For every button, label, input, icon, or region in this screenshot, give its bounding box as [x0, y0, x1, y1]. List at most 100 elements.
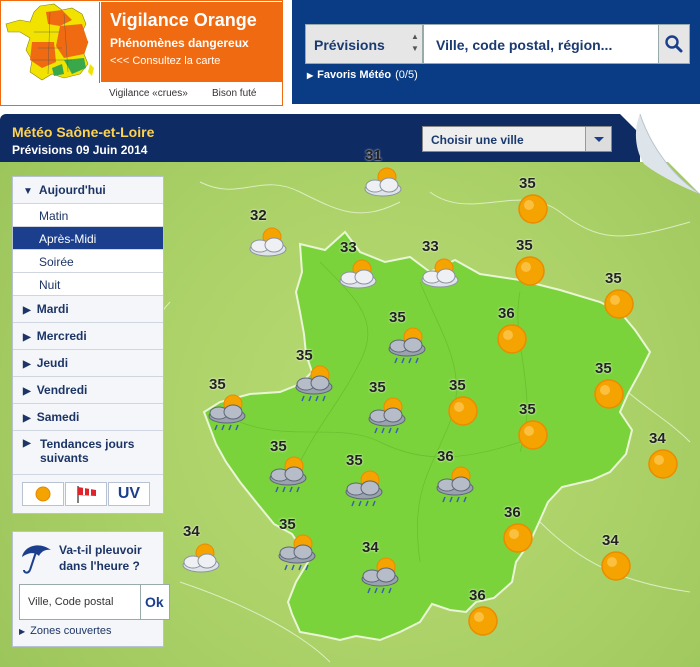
- period-matin[interactable]: Matin: [13, 204, 163, 227]
- forecast-marker[interactable]: 34: [598, 532, 644, 592]
- sun-rain-icon: [368, 397, 406, 434]
- sun-icon: [497, 324, 527, 354]
- forecast-marker[interactable]: 35: [205, 376, 251, 436]
- sun-cloud-icon: [182, 543, 220, 573]
- search-button[interactable]: [658, 24, 690, 64]
- temperature-label: 34: [649, 430, 666, 447]
- cloud-icon: [364, 177, 402, 197]
- favorites-count: (0/5): [395, 69, 418, 81]
- temperature-label: 35: [605, 270, 622, 287]
- day-today-label: Aujourd'hui: [38, 183, 106, 197]
- sun-icon: [601, 551, 631, 581]
- temperature-label: 35: [389, 309, 406, 326]
- day-today[interactable]: ▼ Aujourd'hui: [13, 177, 163, 204]
- sun-rain-icon: [295, 365, 333, 402]
- rain-location-input[interactable]: Ville, Code postal: [19, 584, 141, 620]
- forecast-marker[interactable]: 34: [645, 430, 691, 490]
- forecast-marker[interactable]: 34: [358, 539, 404, 599]
- vigilance-links: Vigilance «crues» Bison futé: [101, 83, 282, 105]
- period-apres-midi[interactable]: Après-Midi: [13, 227, 163, 250]
- bison-fute-link[interactable]: Bison futé: [212, 88, 256, 99]
- vigilance-orange-panel[interactable]: Vigilance Orange Phénomènes dangereux <<…: [101, 2, 282, 82]
- sun-icon: [503, 523, 533, 553]
- day-vendredi-label: Vendredi: [36, 383, 88, 397]
- page-title: Météo Saône-et-Loire: [12, 124, 155, 140]
- caret-down-icon: ▼: [23, 186, 33, 197]
- favorites-link[interactable]: ▶ Favoris Météo (0/5): [307, 69, 418, 81]
- period-nuit[interactable]: Nuit: [13, 273, 163, 296]
- day-mardi[interactable]: ▶ Mardi: [13, 296, 163, 323]
- map-layer-buttons: UV: [13, 475, 163, 513]
- vigilance-map-link[interactable]: <<< Consultez la carte: [110, 55, 220, 67]
- temperature-label: 33: [340, 239, 357, 256]
- search-category-select[interactable]: Prévisions ▲ ▼: [305, 24, 423, 64]
- forecast-marker[interactable]: 35: [445, 377, 491, 437]
- city-select-label: Choisir une ville: [431, 133, 524, 147]
- rain-question: Va-t-il pleuvoir dans l'heure ?: [59, 543, 142, 573]
- sun-icon: [604, 289, 634, 319]
- day-vendredi[interactable]: ▶ Vendredi: [13, 377, 163, 404]
- search-icon: [665, 35, 683, 53]
- temperature-label: 31: [365, 147, 382, 164]
- temperature-label: 35: [449, 377, 466, 394]
- day-mercredi[interactable]: ▶ Mercredi: [13, 323, 163, 350]
- forecast-marker[interactable]: 35: [266, 438, 312, 498]
- forecast-marker[interactable]: 35: [385, 309, 431, 369]
- sun-icon: [594, 379, 624, 409]
- forecast-marker[interactable]: 35: [591, 360, 637, 420]
- france-vigilance-map[interactable]: [2, 2, 100, 83]
- vigilance-banner[interactable]: Vigilance Orange Phénomènes dangereux <<…: [0, 0, 283, 106]
- forecast-marker[interactable]: 35: [275, 516, 321, 576]
- sun-rain-icon: [345, 470, 383, 507]
- forecast-marker[interactable]: 35: [342, 452, 388, 512]
- cloud-icon: [182, 553, 220, 573]
- caret-right-icon: ▶: [23, 386, 31, 397]
- search-category-label: Prévisions: [314, 37, 385, 53]
- cloud-icon: [421, 268, 459, 288]
- map-header: Météo Saône-et-Loire Prévisions 09 Juin …: [0, 114, 640, 162]
- forecast-marker[interactable]: 35: [512, 237, 558, 297]
- wind-layer-button[interactable]: [65, 482, 107, 506]
- forecast-marker[interactable]: 35: [515, 401, 561, 461]
- forecast-marker[interactable]: 36: [494, 305, 540, 365]
- vigilance-crues-link[interactable]: Vigilance «crues»: [109, 88, 188, 99]
- forecast-marker[interactable]: 33: [418, 238, 464, 298]
- forecast-marker[interactable]: 31: [361, 147, 407, 207]
- weather-layer-button[interactable]: [22, 482, 64, 506]
- city-select[interactable]: Choisir une ville: [422, 126, 612, 152]
- sun-icon: [515, 256, 545, 286]
- forecast-marker[interactable]: 36: [500, 504, 546, 564]
- search-input[interactable]: Ville, code postal, région...: [423, 24, 660, 64]
- forecast-marker[interactable]: 32: [246, 207, 292, 267]
- period-soiree[interactable]: Soirée: [13, 250, 163, 273]
- temperature-label: 33: [422, 238, 439, 255]
- covered-zones-label: Zones couvertes: [30, 625, 112, 637]
- covered-zones-link[interactable]: ▶ Zones couvertes: [19, 625, 111, 637]
- caret-right-icon: ▶: [23, 305, 31, 316]
- sun-icon: [468, 606, 498, 636]
- sun-rain-icon: [208, 394, 246, 431]
- rain-ok-button[interactable]: Ok: [140, 584, 170, 620]
- temperature-label: 34: [602, 532, 619, 549]
- sun-rain-icon: [361, 557, 399, 594]
- temperature-label: 34: [362, 539, 379, 556]
- day-mercredi-label: Mercredi: [36, 329, 87, 343]
- uv-layer-button[interactable]: UV: [108, 482, 150, 506]
- forecast-marker[interactable]: 36: [433, 448, 479, 508]
- forecast-marker[interactable]: 35: [601, 270, 647, 330]
- forecast-marker[interactable]: 34: [179, 523, 225, 583]
- sun-rain-icon: [436, 466, 474, 503]
- chevron-down-icon[interactable]: [585, 127, 611, 151]
- day-samedi[interactable]: ▶ Samedi: [13, 404, 163, 431]
- forecast-marker[interactable]: 33: [336, 239, 382, 299]
- forecast-marker[interactable]: 35: [365, 379, 411, 439]
- day-jeudi[interactable]: ▶ Jeudi: [13, 350, 163, 377]
- sun-icon: [448, 396, 478, 426]
- temperature-label: 35: [279, 516, 296, 533]
- forecast-marker[interactable]: 35: [292, 347, 338, 407]
- day-tendances[interactable]: ▶ Tendances jours suivants: [13, 431, 163, 475]
- forecast-marker[interactable]: 35: [515, 175, 561, 235]
- sun-icon: [648, 449, 678, 479]
- temperature-label: 35: [516, 237, 533, 254]
- forecast-marker[interactable]: 36: [465, 587, 511, 647]
